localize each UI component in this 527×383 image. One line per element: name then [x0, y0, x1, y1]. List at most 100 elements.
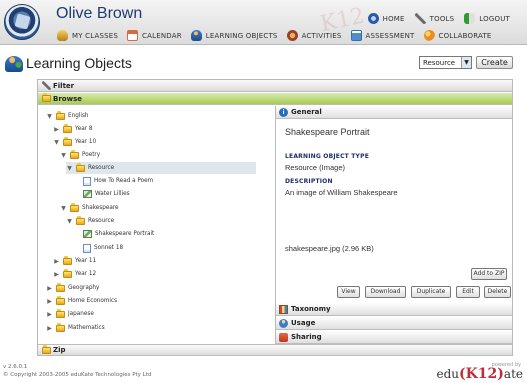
- nav-my-classes-label: MY CLASSES: [72, 31, 119, 40]
- filter-panel-header[interactable]: Filter: [38, 80, 512, 92]
- expanded-arrow-icon[interactable]: ▼: [66, 165, 73, 172]
- chevron-down-icon: ▼: [461, 57, 471, 68]
- expanded-arrow-icon[interactable]: ▼: [60, 205, 67, 212]
- sharing-section-header[interactable]: Sharing: [276, 331, 512, 344]
- tree-node-shakespeare-resource[interactable]: ▼ Resource: [66, 215, 114, 227]
- copyright-text: © Copyright 2003-2005 eduKate Technologi…: [3, 372, 152, 378]
- tree-node-label: Home Economics: [68, 298, 118, 304]
- usage-icon: [279, 318, 288, 328]
- object-details-panel: i General Shakespeare Portrait LEARNING O…: [275, 106, 512, 344]
- create-button[interactable]: Create: [476, 56, 513, 69]
- general-section-header[interactable]: i General: [276, 106, 512, 119]
- tree-node-sonnet-18[interactable]: Sonnet 18: [83, 242, 123, 254]
- collapsed-arrow-icon[interactable]: ▶: [46, 325, 53, 332]
- logout-icon: [464, 13, 476, 24]
- learning-objects-icon: [190, 30, 202, 41]
- tree-node-label: Water Lillies: [95, 191, 130, 197]
- logout-link[interactable]: LOGOUT: [464, 13, 510, 24]
- tree-node-label: Year 11: [75, 258, 97, 264]
- tree-node-label: Mathematics: [68, 325, 105, 331]
- view-button[interactable]: View: [337, 286, 360, 298]
- home-link-label: HOME: [382, 14, 405, 23]
- resource-select-value: Resource: [423, 59, 456, 67]
- resource-select[interactable]: Resource ▼: [419, 56, 472, 69]
- learning-object-type-label: LEARNING OBJECT TYPE: [285, 153, 369, 160]
- expanded-arrow-icon[interactable]: ▼: [46, 113, 53, 120]
- expanded-arrow-icon[interactable]: ▼: [60, 152, 67, 159]
- delete-button[interactable]: Delete: [484, 286, 511, 298]
- tree-node-year-12[interactable]: ▶ Year 12: [53, 268, 96, 280]
- logout-link-label: LOGOUT: [479, 14, 510, 23]
- folder-icon: [70, 149, 79, 159]
- tree-node-water-lillies[interactable]: Water Lillies: [83, 188, 130, 200]
- tree-node-poetry[interactable]: ▼ Poetry: [60, 149, 100, 161]
- tree-node-year-11[interactable]: ▶ Year 11: [53, 255, 96, 267]
- collapsed-arrow-icon[interactable]: ▶: [53, 271, 60, 278]
- nav-learning-objects[interactable]: LEARNING OBJECTS: [190, 30, 278, 41]
- duplicate-button[interactable]: Duplicate: [411, 286, 451, 298]
- taxonomy-section-header[interactable]: Taxonomy: [276, 303, 512, 316]
- download-button[interactable]: Download: [365, 286, 406, 298]
- tree-node-label: Resource: [88, 218, 115, 224]
- folder-icon: [70, 202, 79, 212]
- image-icon: [83, 190, 92, 198]
- nav-assessment[interactable]: ASSESSMENT: [350, 30, 415, 41]
- collapsed-arrow-icon[interactable]: ▶: [46, 285, 53, 292]
- collapsed-arrow-icon[interactable]: ▶: [53, 126, 60, 133]
- tree-node-geography[interactable]: ▶ Geography: [46, 282, 99, 294]
- description-value: An image of William Shakespeare: [285, 188, 398, 197]
- home-icon: [367, 13, 379, 24]
- tree-node-label: Sonnet 18: [94, 245, 124, 251]
- expanded-arrow-icon[interactable]: ▼: [66, 218, 73, 225]
- tree-node-english[interactable]: ▼ English: [46, 110, 89, 122]
- application-header: Olive Brown K12 HOME TOOLS LOGOUT MY CLA…: [0, 0, 527, 45]
- sharing-section-label: Sharing: [291, 333, 322, 341]
- nav-collaborate[interactable]: COLLABORATE: [423, 30, 492, 41]
- edit-button[interactable]: Edit: [456, 286, 480, 298]
- tree-node-label: How To Read a Poem: [94, 178, 154, 184]
- collapsed-arrow-icon[interactable]: ▶: [53, 258, 60, 265]
- learning-objects-page-icon: [5, 56, 23, 72]
- folder-icon: [56, 308, 65, 318]
- general-section-label: General: [291, 108, 322, 116]
- tree-node-shakespeare[interactable]: ▼ Shakespeare: [60, 202, 119, 214]
- tree-node-label: Shakespeare: [82, 205, 119, 211]
- tree-node-mathematics[interactable]: ▶ Mathematics: [46, 322, 105, 334]
- nav-learning-objects-label: LEARNING OBJECTS: [205, 31, 278, 40]
- version-text: v 2.6.0.1: [3, 364, 28, 370]
- tree-node-label: Japanese: [68, 311, 94, 317]
- edukate-logo[interactable]: edu(K12)ate: [437, 366, 524, 382]
- folder-icon: [56, 322, 65, 332]
- tree-node-poetry-resource[interactable]: ▼ Resource: [66, 162, 256, 174]
- nav-activities[interactable]: ACTIVITIES: [286, 30, 342, 41]
- attached-file[interactable]: shakespeare.jpg (2.96 KB): [285, 244, 374, 253]
- expanded-arrow-icon[interactable]: ▼: [53, 139, 60, 146]
- folder-icon: [56, 282, 65, 292]
- tree-node-how-to-read-a-poem[interactable]: How To Read a Poem: [83, 175, 153, 187]
- tree-node-label: Poetry: [82, 152, 101, 158]
- tree-node-year-8[interactable]: ▶ Year 8: [53, 123, 92, 135]
- sharing-icon: [279, 332, 288, 342]
- tree-node-home-economics[interactable]: ▶ Home Economics: [46, 295, 117, 307]
- taxonomy-section-label: Taxonomy: [291, 305, 331, 313]
- tree-node-shakespeare-portrait[interactable]: Shakespeare Portrait: [83, 228, 154, 240]
- collapsed-arrow-icon[interactable]: ▶: [46, 298, 53, 305]
- browse-panel-header[interactable]: Browse: [38, 93, 512, 105]
- collapsed-arrow-icon[interactable]: ▶: [46, 311, 53, 318]
- activities-icon: [286, 30, 298, 41]
- tools-link[interactable]: TOOLS: [414, 13, 455, 24]
- usage-section-header[interactable]: Usage: [276, 317, 512, 330]
- assessment-icon: [350, 30, 362, 41]
- tools-icon: [414, 13, 426, 24]
- add-to-zip-button[interactable]: Add to ZIP: [471, 268, 507, 280]
- page-footer: v 2.6.0.1 © Copyright 2003-2005 eduKate …: [3, 363, 151, 379]
- nav-my-classes[interactable]: MY CLASSES: [57, 30, 118, 41]
- nav-calendar[interactable]: CALENDAR: [127, 30, 182, 41]
- user-name: Olive Brown: [56, 5, 143, 22]
- tree-node-japanese[interactable]: ▶ Japanese: [46, 308, 94, 320]
- zip-panel-header[interactable]: Zip: [38, 344, 512, 356]
- home-link[interactable]: HOME: [367, 13, 405, 24]
- browse-folder-icon: [42, 93, 51, 102]
- learning-object-tree: ▼ English ▶ Year 8 ▼ Year 10 ▼ Poetry ▼ Resou…: [38, 106, 275, 344]
- tree-node-year-10[interactable]: ▼ Year 10: [53, 136, 96, 148]
